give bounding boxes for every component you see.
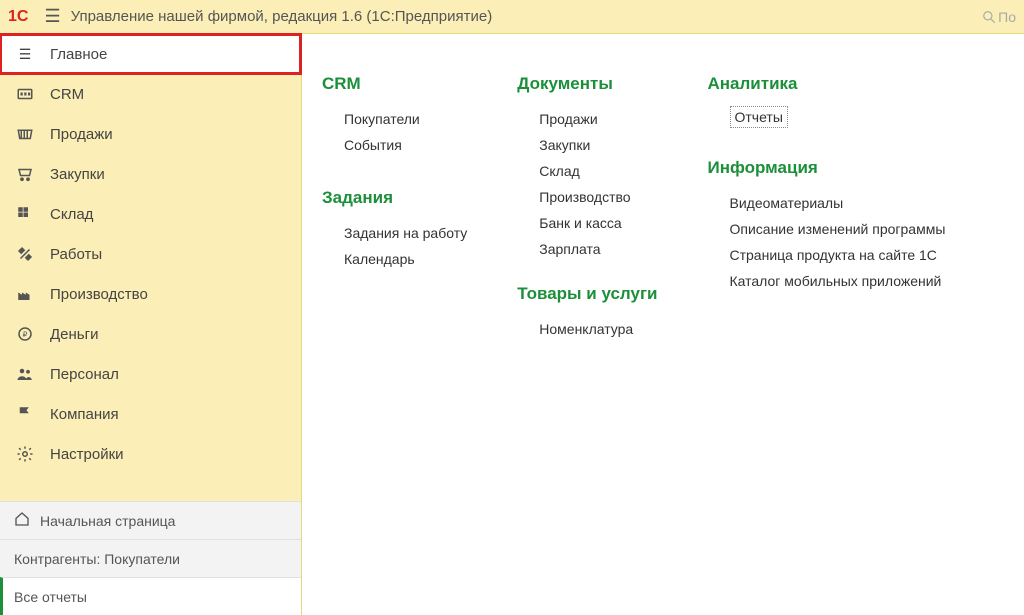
- sidebar-item-works[interactable]: Работы: [0, 234, 301, 274]
- link-production[interactable]: Производство: [517, 184, 657, 210]
- sidebar-item-label: Производство: [50, 286, 148, 303]
- sidebar-item-label: Склад: [50, 206, 93, 223]
- menu-icon[interactable]: ☰: [44, 6, 60, 27]
- warehouse-icon: [14, 205, 36, 223]
- link-work-tasks[interactable]: Задания на работу: [322, 220, 467, 246]
- tools-icon: [14, 245, 36, 263]
- group-title-documents: Документы: [517, 74, 657, 94]
- sidebar-item-settings[interactable]: Настройки: [0, 434, 301, 474]
- search-box[interactable]: По: [982, 9, 1016, 25]
- link-reports[interactable]: Отчеты: [730, 106, 788, 128]
- bottom-item-contractors[interactable]: Контрагенты: Покупатели: [0, 539, 301, 577]
- sidebar-item-purchases[interactable]: Закупки: [0, 154, 301, 194]
- sales-icon: [14, 125, 36, 143]
- link-buyers[interactable]: Покупатели: [322, 106, 467, 132]
- sidebar-item-label: Закупки: [50, 166, 105, 183]
- bottom-item-reports[interactable]: Все отчеты: [0, 577, 301, 615]
- search-icon: [982, 10, 996, 24]
- link-events[interactable]: События: [322, 132, 467, 158]
- sidebar-item-label: Персонал: [50, 366, 119, 383]
- home-icon: [14, 511, 30, 530]
- sidebar-item-sales[interactable]: Продажи: [0, 114, 301, 154]
- sidebar-item-label: Продажи: [50, 126, 113, 143]
- group-title-goods: Товары и услуги: [517, 284, 657, 304]
- link-changelog[interactable]: Описание изменений программы: [708, 216, 946, 242]
- sidebar-item-label: Компания: [50, 406, 119, 423]
- sidebar-item-label: Настройки: [50, 446, 124, 463]
- col-documents-goods: Документы Продажи Закупки Склад Производ…: [517, 74, 657, 615]
- sidebar-item-label: Работы: [50, 246, 102, 263]
- bottom-item-label: Начальная страница: [40, 513, 175, 529]
- link-mobile-apps[interactable]: Каталог мобильных приложений: [708, 268, 946, 294]
- link-nomenclature[interactable]: Номенклатура: [517, 316, 657, 342]
- bottom-item-home[interactable]: Начальная страница: [0, 501, 301, 539]
- link-bank-cash[interactable]: Банк и касса: [517, 210, 657, 236]
- col-crm-tasks: CRM Покупатели События Задания Задания н…: [322, 74, 467, 615]
- app-header: 1C ☰ Управление нашей фирмой, редакция 1…: [0, 0, 1024, 34]
- flag-icon: [14, 405, 36, 423]
- window-title: Управление нашей фирмой, редакция 1.6 (1…: [71, 8, 493, 25]
- cart-icon: [14, 165, 36, 183]
- list-icon: ☰: [14, 46, 36, 63]
- bottom-item-label: Контрагенты: Покупатели: [14, 551, 180, 567]
- sidebar-item-warehouse[interactable]: Склад: [0, 194, 301, 234]
- link-salary[interactable]: Зарплата: [517, 236, 657, 262]
- group-title-tasks: Задания: [322, 188, 467, 208]
- group-title-crm: CRM: [322, 74, 467, 94]
- gear-icon: [14, 445, 36, 463]
- group-title-info: Информация: [708, 158, 946, 178]
- sidebar-item-label: Деньги: [50, 326, 98, 343]
- sidebar-item-production[interactable]: Производство: [0, 274, 301, 314]
- sidebar-item-company[interactable]: Компания: [0, 394, 301, 434]
- bottom-item-label: Все отчеты: [14, 589, 87, 605]
- logo-1c: 1C: [8, 8, 28, 26]
- group-title-analytics: Аналитика: [708, 74, 946, 94]
- sidebar: ☰ Главное CRM Продажи Закупки Склад Рабо…: [0, 34, 302, 615]
- sidebar-item-label: Главное: [50, 46, 107, 63]
- link-calendar[interactable]: Календарь: [322, 246, 467, 272]
- link-product-page[interactable]: Страница продукта на сайте 1С: [708, 242, 946, 268]
- sidebar-item-money[interactable]: ₽ Деньги: [0, 314, 301, 354]
- money-icon: ₽: [14, 325, 36, 343]
- link-warehouse[interactable]: Склад: [517, 158, 657, 184]
- sidebar-item-label: CRM: [50, 86, 84, 103]
- crm-icon: [14, 85, 36, 103]
- factory-icon: [14, 285, 36, 303]
- people-icon: [14, 365, 36, 383]
- link-videos[interactable]: Видеоматериалы: [708, 190, 946, 216]
- col-analytics-info: Аналитика Отчеты Информация Видеоматериа…: [708, 74, 946, 615]
- main-content: CRM Покупатели События Задания Задания н…: [302, 34, 1024, 615]
- sidebar-item-personnel[interactable]: Персонал: [0, 354, 301, 394]
- search-placeholder: По: [998, 9, 1016, 25]
- link-sales[interactable]: Продажи: [517, 106, 657, 132]
- sidebar-item-main[interactable]: ☰ Главное: [0, 34, 301, 74]
- svg-text:₽: ₽: [23, 330, 28, 339]
- link-purchases[interactable]: Закупки: [517, 132, 657, 158]
- sidebar-item-crm[interactable]: CRM: [0, 74, 301, 114]
